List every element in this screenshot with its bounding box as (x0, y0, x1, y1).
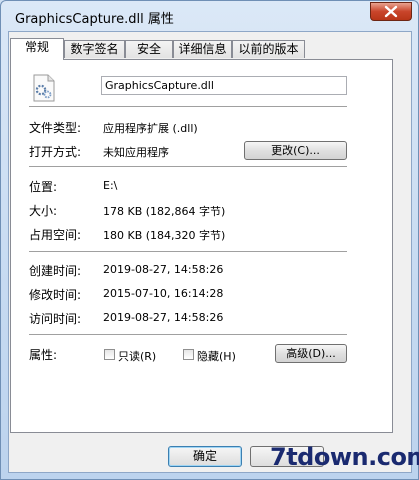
advanced-button[interactable]: 高级(D)... (275, 344, 347, 363)
attributes-label: 属性: (29, 348, 58, 362)
location-label: 位置: (29, 180, 58, 194)
separator (29, 334, 347, 335)
created-value: 2019-08-27, 14:58:26 (103, 263, 224, 276)
tab-general-label: 常规 (24, 40, 49, 54)
ok-button[interactable]: 确定 (168, 446, 242, 467)
location-value: E:\ (103, 179, 118, 192)
hidden-label[interactable]: 隐藏(H) (197, 348, 236, 364)
change-button[interactable]: 更改(C)... (244, 141, 347, 160)
tab-digital-signatures-label: 数字签名 (70, 42, 119, 56)
window-title: GraphicsCapture.dll 属性 (15, 12, 174, 27)
watermark-text: 7tdown.com (270, 443, 419, 471)
separator (29, 166, 347, 167)
tab-previous-versions-label: 以前的版本 (238, 42, 299, 56)
hidden-checkbox[interactable] (183, 349, 194, 360)
title-bar[interactable]: GraphicsCapture.dll 属性 (1, 1, 418, 31)
modified-value: 2015-07-10, 16:14:28 (103, 287, 224, 300)
created-label: 创建时间: (29, 264, 82, 278)
separator (29, 251, 347, 252)
accessed-label: 访问时间: (29, 312, 82, 326)
file-type-value: 应用程序扩展 (.dll) (103, 122, 198, 135)
general-tab-panel: GraphicsCapture.dll 文件类型: 应用程序扩展 (.dll) … (10, 59, 393, 433)
separator (29, 106, 347, 107)
size-on-disk-label: 占用空间: (29, 228, 82, 242)
close-icon (384, 5, 398, 18)
readonly-checkbox[interactable] (104, 349, 115, 360)
tab-digital-signatures[interactable]: 数字签名 (64, 40, 125, 58)
dll-file-icon (33, 74, 55, 102)
accessed-value: 2019-08-27, 14:58:26 (103, 311, 224, 324)
tab-details[interactable]: 详细信息 (173, 40, 232, 58)
close-button[interactable] (370, 2, 412, 21)
tab-security[interactable]: 安全 (125, 40, 173, 58)
opens-with-label: 打开方式: (29, 145, 82, 159)
readonly-label[interactable]: 只读(R) (118, 348, 156, 364)
filename-input[interactable]: GraphicsCapture.dll (101, 76, 347, 95)
size-label: 大小: (29, 204, 58, 218)
modified-label: 修改时间: (29, 288, 82, 302)
tab-general[interactable]: 常规 (10, 38, 64, 60)
tab-security-label: 安全 (136, 42, 161, 56)
size-value: 178 KB (182,864 字节) (103, 205, 226, 218)
size-on-disk-value: 180 KB (184,320 字节) (103, 229, 226, 242)
tab-details-label: 详细信息 (178, 42, 227, 56)
tab-previous-versions[interactable]: 以前的版本 (232, 40, 305, 58)
file-type-label: 文件类型: (29, 121, 82, 135)
opens-with-value: 未知应用程序 (103, 146, 169, 159)
